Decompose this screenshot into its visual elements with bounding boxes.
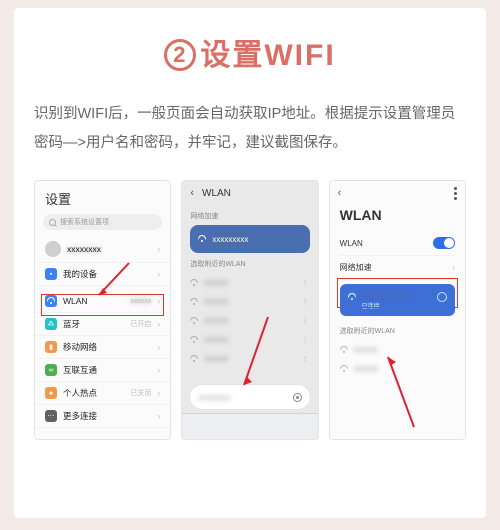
step-description: 识别到WIFI后，一般页面会自动获取IP地址。根据提示设置管理员密码—>用户名和… bbox=[34, 100, 466, 158]
network-name: xxxxxx bbox=[204, 354, 228, 363]
hotspot-icon: ● bbox=[45, 387, 57, 399]
password-value: xxxxxxxx bbox=[198, 393, 230, 402]
wifi-list-item[interactable]: xxxxxx ⋮ bbox=[190, 349, 309, 368]
password-input[interactable]: xxxxxxxx bbox=[190, 385, 309, 409]
network-accel-row[interactable]: 网络加速 › bbox=[340, 256, 455, 280]
wifi-icon bbox=[190, 298, 198, 306]
current-network-card[interactable]: xxxxxxxxx bbox=[190, 225, 309, 253]
toggle-label: WLAN bbox=[340, 239, 363, 248]
keyboard-area[interactable] bbox=[182, 413, 317, 439]
settings-row-label: 更多连接 bbox=[63, 410, 151, 422]
settings-heading: 设置 bbox=[35, 181, 170, 212]
device-icon: ▪ bbox=[45, 268, 57, 280]
settings-row-sub: 已关闭 bbox=[130, 388, 151, 398]
chevron-right-icon: › bbox=[157, 296, 160, 306]
settings-row-label: 移动网络 bbox=[63, 341, 151, 353]
settings-row-bluetooth[interactable]: ⁂ 蓝牙 已开启 › bbox=[35, 313, 170, 336]
kebab-menu-icon[interactable] bbox=[454, 192, 457, 195]
chevron-right-icon: › bbox=[157, 388, 160, 398]
wifi-list-item[interactable]: xxxxxx bbox=[340, 340, 455, 359]
search-icon bbox=[49, 219, 56, 226]
more-icon[interactable]: ⋮ bbox=[302, 355, 310, 363]
screenshot-row: 设置 搜索系统设置项 xxxxxxxx › ▪ 我的设备 › WLAN xxxx… bbox=[34, 180, 466, 440]
more-icon[interactable]: ⋮ bbox=[302, 336, 310, 344]
eye-icon[interactable] bbox=[293, 393, 302, 402]
settings-row-mobile[interactable]: ▮ 移动网络 › bbox=[35, 336, 170, 359]
more-icon[interactable]: ⋮ bbox=[302, 317, 310, 325]
screen-heading: WLAN bbox=[330, 205, 465, 231]
wifi-list-item[interactable]: xxxxxx bbox=[340, 359, 455, 378]
screenshot-settings-list: 设置 搜索系统设置项 xxxxxxxx › ▪ 我的设备 › WLAN xxxx… bbox=[34, 180, 171, 440]
wifi-list-item[interactable]: xxxxxx ⋮ bbox=[190, 330, 309, 349]
search-placeholder: 搜索系统设置项 bbox=[60, 217, 109, 227]
settings-row-more[interactable]: ⋯ 更多连接 › bbox=[35, 405, 170, 428]
settings-row-wlan[interactable]: WLAN xxxxxx › bbox=[35, 290, 170, 313]
wifi-list-item[interactable]: xxxxxx ⋮ bbox=[190, 311, 309, 330]
network-name: xxxxxxxx_xxx bbox=[362, 290, 447, 299]
more-icon[interactable]: ⋮ bbox=[302, 279, 310, 287]
row-label: 网络加速 bbox=[340, 262, 372, 273]
settings-row-label: 蓝牙 bbox=[63, 318, 124, 330]
network-name: xxxxxx bbox=[204, 278, 228, 287]
screenshot-wlan-connected: ‹ WLAN WLAN 网络加速 › xxxxxxxx_xxx 已连接 bbox=[329, 180, 466, 440]
wifi-list-item[interactable]: xxxxxx ⋮ bbox=[190, 273, 309, 292]
back-icon[interactable]: ‹ bbox=[190, 187, 194, 199]
chevron-right-icon: › bbox=[452, 263, 455, 272]
settings-row-label: 我的设备 bbox=[63, 268, 151, 280]
avatar-icon bbox=[45, 241, 61, 257]
step-number: 2 bbox=[164, 39, 196, 71]
settings-row-account[interactable]: xxxxxxxx › bbox=[35, 236, 170, 263]
settings-row-hotspot[interactable]: ● 个人热点 已关闭 › bbox=[35, 382, 170, 405]
settings-row-label: 互联互通 bbox=[63, 364, 151, 376]
screenshot-wlan-password: ‹ WLAN 网络加速 xxxxxxxxx 选取附近的WLAN xxxxxx⋮ … bbox=[181, 180, 318, 440]
step-title-text: 设置WIFI bbox=[200, 39, 335, 72]
network-name: xxxxxx bbox=[354, 345, 378, 354]
wifi-icon bbox=[190, 336, 198, 344]
wifi-icon bbox=[190, 317, 198, 325]
settings-search[interactable]: 搜索系统设置项 bbox=[43, 214, 162, 230]
network-name: xxxxxx bbox=[354, 364, 378, 373]
wlan-toggle-row[interactable]: WLAN bbox=[340, 231, 455, 256]
wifi-icon bbox=[340, 365, 348, 373]
chevron-right-icon: › bbox=[157, 411, 160, 421]
wifi-list-item[interactable]: xxxxxx ⋮ bbox=[190, 292, 309, 311]
wifi-icon bbox=[340, 346, 348, 354]
connected-network-card[interactable]: xxxxxxxx_xxx 已连接 bbox=[340, 284, 455, 316]
sim-icon: ▮ bbox=[45, 341, 57, 353]
wifi-icon bbox=[190, 279, 198, 287]
link-icon: ∞ bbox=[45, 364, 57, 376]
chevron-right-icon: › bbox=[157, 365, 160, 375]
settings-row-sub: xxxxxx bbox=[130, 298, 151, 305]
chevron-right-icon: › bbox=[157, 244, 160, 254]
section-label-accel: 网络加速 bbox=[190, 211, 309, 221]
section-label-nearby: 选取附近的WLAN bbox=[190, 259, 309, 269]
wifi-icon bbox=[45, 295, 57, 307]
toggle-switch[interactable] bbox=[433, 237, 455, 249]
settings-row-label: 个人热点 bbox=[63, 387, 124, 399]
settings-row-sub: 已开启 bbox=[130, 319, 151, 329]
settings-row-label: xxxxxxxx bbox=[67, 244, 151, 254]
chevron-right-icon: › bbox=[157, 319, 160, 329]
settings-row-mydevice[interactable]: ▪ 我的设备 › bbox=[35, 263, 170, 286]
chevron-right-icon: › bbox=[157, 342, 160, 352]
bluetooth-icon: ⁂ bbox=[45, 318, 57, 330]
settings-row-interconnect[interactable]: ∞ 互联互通 › bbox=[35, 359, 170, 382]
screen-title: WLAN bbox=[202, 188, 231, 199]
back-icon[interactable]: ‹ bbox=[338, 187, 342, 199]
step-title: 2设置WIFI bbox=[34, 30, 466, 74]
network-name: xxxxxx bbox=[204, 316, 228, 325]
info-icon[interactable] bbox=[437, 292, 447, 302]
chevron-right-icon: › bbox=[157, 269, 160, 279]
section-label-nearby: 选取附近的WLAN bbox=[340, 326, 455, 336]
network-name: xxxxxxxxx bbox=[212, 235, 248, 244]
wifi-icon bbox=[190, 355, 198, 363]
wifi-icon bbox=[348, 293, 356, 301]
network-name: xxxxxx bbox=[204, 335, 228, 344]
wifi-icon bbox=[198, 235, 206, 243]
more-icon: ⋯ bbox=[45, 410, 57, 422]
connection-status: 已连接 bbox=[362, 301, 447, 310]
network-name: xxxxxx bbox=[204, 297, 228, 306]
settings-row-label: WLAN bbox=[63, 296, 124, 306]
more-icon[interactable]: ⋮ bbox=[302, 298, 310, 306]
